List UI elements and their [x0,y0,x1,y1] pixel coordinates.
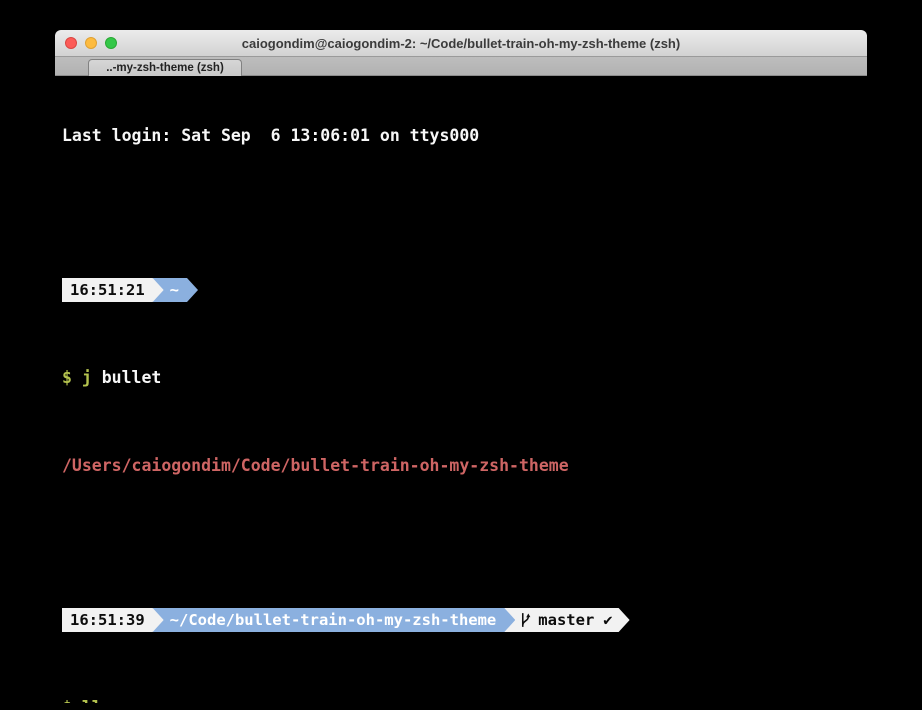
zoom-button[interactable] [105,37,117,49]
prompt-time-segment: 16:51:39 [62,608,164,632]
prompt-line-2: 16:51:39 ~/Code/bullet-train-oh-my-zsh-t… [62,608,867,632]
titlebar[interactable]: caiogondim@caiogondim-2: ~/Code/bullet-t… [55,30,867,57]
command-text: j [82,368,92,387]
tab-bar: ..-my-zsh-theme (zsh) [55,57,867,76]
terminal-window: caiogondim@caiogondim-2: ~/Code/bullet-t… [55,30,867,703]
terminal-content[interactable]: Last login: Sat Sep 6 13:06:01 on ttys00… [55,76,867,703]
prompt-dollar: $ [62,698,72,703]
traffic-lights [65,30,117,56]
space [72,368,82,387]
blank-line [62,191,867,213]
git-branch-icon [520,612,532,628]
command-text: ll [82,698,102,703]
command-args: bullet [92,368,162,387]
space [72,698,82,703]
blank-line [62,521,867,543]
prompt-line-1: 16:51:21 ~ [62,278,867,302]
close-button[interactable] [65,37,77,49]
git-branch-name: master [538,609,594,631]
prompt-directory-segment: ~/Code/bullet-train-oh-my-zsh-theme [153,608,516,632]
prompt-time-segment: 16:51:21 [62,278,164,302]
command-line-2: $ ll [62,697,867,703]
tab-my-zsh-theme[interactable]: ..-my-zsh-theme (zsh) [88,59,242,76]
prompt-dollar: $ [62,368,72,387]
desktop: caiogondim@caiogondim-2: ~/Code/bullet-t… [0,0,922,710]
command-line-1: $ j bullet [62,367,867,389]
minimize-button[interactable] [85,37,97,49]
prompt-git-segment: master ✔ [504,608,629,632]
last-login-line: Last login: Sat Sep 6 13:06:01 on ttys00… [62,125,867,147]
window-title: caiogondim@caiogondim-2: ~/Code/bullet-t… [55,36,867,51]
command-output-path: /Users/caiogondim/Code/bullet-train-oh-m… [62,455,867,477]
git-clean-check-icon: ✔ [603,609,612,631]
tab-label: ..-my-zsh-theme (zsh) [106,62,224,74]
